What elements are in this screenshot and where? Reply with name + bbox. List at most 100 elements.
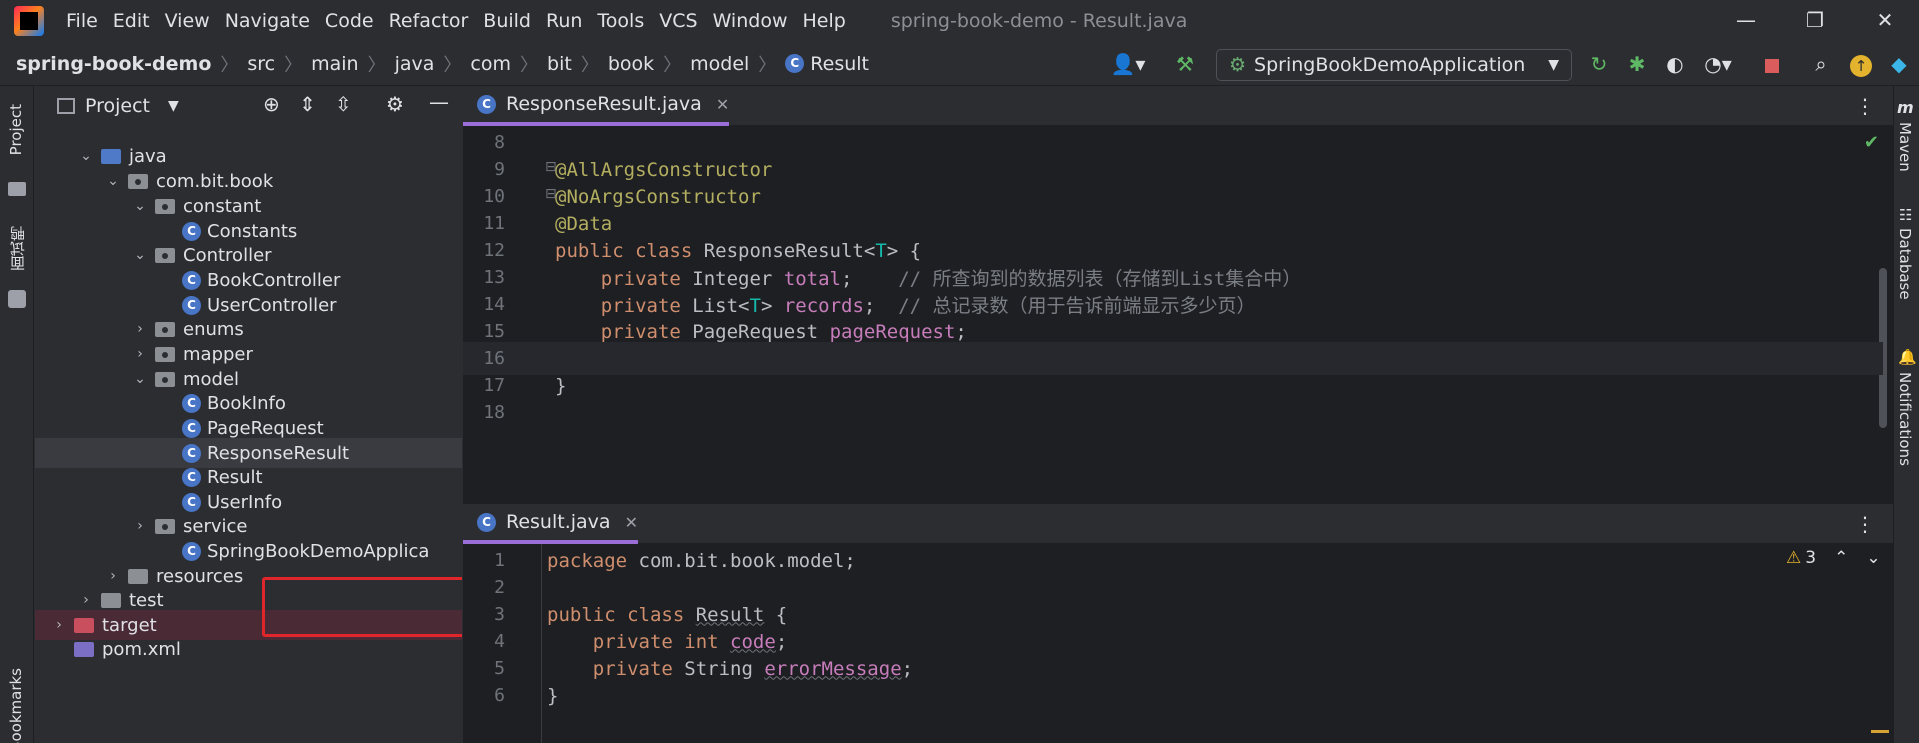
- fold-icon[interactable]: ⊟: [545, 159, 557, 175]
- breadcrumb-item[interactable]: bit: [547, 53, 572, 75]
- intellij-logo-icon[interactable]: [14, 6, 44, 36]
- close-window-button[interactable]: ✕: [1870, 8, 1900, 34]
- right-tool-strip: m Maven ☷ Database 🔔 Notifications: [1893, 86, 1919, 743]
- breadcrumb-item[interactable]: model: [690, 53, 749, 75]
- fold-icon[interactable]: ⊟: [545, 186, 557, 202]
- close-icon[interactable]: ✕: [625, 513, 638, 532]
- bookmarks-tool-button[interactable]: Bookmarks: [7, 668, 25, 743]
- rerun-icon[interactable]: ↻: [1584, 50, 1614, 78]
- maven-tool-button[interactable]: Maven: [1896, 122, 1914, 172]
- warning-stripe-marker[interactable]: [1871, 730, 1889, 733]
- menu-vcs[interactable]: VCS: [659, 10, 697, 32]
- hide-panel-icon[interactable]: —: [429, 90, 449, 114]
- run-config-dropdown[interactable]: ⚙ SpringBookDemoApplication ▼: [1216, 49, 1572, 81]
- tree-item-label: UserInfo: [207, 491, 283, 513]
- tree-item[interactable]: pom.xml: [35, 634, 462, 664]
- coverage-icon[interactable]: ◐: [1660, 50, 1690, 78]
- code-token: Integer: [692, 268, 784, 290]
- toolbox-icon[interactable]: ◆: [1884, 50, 1914, 78]
- search-icon[interactable]: ⌕: [1806, 50, 1836, 78]
- expand-all-icon[interactable]: ⇕: [299, 92, 316, 116]
- code-text: public class ResponseResult<T> {: [555, 240, 921, 262]
- breadcrumb: spring-book-demo 〉 src 〉 main 〉 java 〉 c…: [16, 51, 869, 77]
- more-options-icon[interactable]: ⋮: [1855, 94, 1875, 118]
- tab-result[interactable]: C Result.java ✕: [463, 504, 638, 544]
- chevron-down-icon[interactable]: ⌄: [131, 247, 149, 263]
- line-number: 6: [494, 685, 505, 706]
- code-token: total: [783, 268, 841, 290]
- breadcrumb-item[interactable]: spring-book-demo: [16, 53, 211, 75]
- menu-edit[interactable]: Edit: [113, 10, 150, 32]
- line-number: 2: [494, 577, 505, 598]
- breadcrumb-item[interactable]: Result: [810, 53, 869, 75]
- breadcrumb-item[interactable]: book: [608, 53, 654, 75]
- breadcrumb-item[interactable]: java: [395, 53, 435, 75]
- project-panel-header: Project ▼ ⊕ ⇕ ⇳ ⚙ —: [35, 86, 462, 126]
- more-options-icon[interactable]: ⋮: [1855, 512, 1875, 536]
- tree-item-label: test: [129, 589, 164, 611]
- menu-navigate[interactable]: Navigate: [225, 10, 310, 32]
- chevron-right-icon[interactable]: ›: [104, 568, 122, 584]
- code-editor-top[interactable]: ✔ 8 9 @AllArgsConstructor 10 @NoArgsConstruc…: [463, 126, 1893, 495]
- menu-view[interactable]: View: [165, 10, 210, 32]
- menu-build[interactable]: Build: [483, 10, 531, 32]
- line-number: 13: [483, 267, 505, 288]
- menu-window[interactable]: Window: [713, 10, 788, 32]
- code-token: @AllArgsConstructor: [555, 158, 773, 181]
- class-icon: C: [182, 418, 201, 438]
- tree-item-label: BookController: [207, 269, 341, 291]
- menu-refactor[interactable]: Refactor: [389, 10, 469, 32]
- breadcrumb-item[interactable]: com: [470, 53, 511, 75]
- tab-response-result[interactable]: C ResponseResult.java ✕: [463, 86, 730, 126]
- minimize-button[interactable]: —: [1731, 8, 1761, 34]
- chevron-right-icon[interactable]: ›: [77, 592, 95, 608]
- locate-file-icon[interactable]: ⊕: [263, 92, 280, 116]
- tree-item-label: Result: [207, 466, 263, 488]
- code-line[interactable]: 6}: [463, 679, 1883, 712]
- chevron-down-icon[interactable]: ▼: [168, 98, 179, 114]
- menu-help[interactable]: Help: [802, 10, 845, 32]
- menu-tools[interactable]: Tools: [597, 10, 644, 32]
- chevron-down-icon[interactable]: ⌄: [104, 173, 122, 189]
- chevron-right-icon[interactable]: ›: [50, 617, 68, 633]
- debug-icon[interactable]: ✱: [1622, 50, 1652, 78]
- code-token: T: [749, 295, 761, 317]
- code-text: @AllArgsConstructor: [555, 159, 772, 181]
- tree-item-label: BookInfo: [207, 392, 286, 414]
- menu-file[interactable]: File: [66, 10, 98, 32]
- profile-icon[interactable]: ◔▾: [1698, 50, 1738, 78]
- code-token: errorMessage: [764, 657, 902, 680]
- breadcrumb-item[interactable]: main: [311, 53, 358, 75]
- project-panel-title[interactable]: Project: [85, 95, 150, 117]
- restore-button[interactable]: ❐: [1800, 8, 1830, 34]
- interview-tool-button[interactable]: 面试鸭: [7, 226, 28, 271]
- update-icon[interactable]: ↑: [1846, 50, 1876, 78]
- notifications-tool-button[interactable]: Notifications: [1896, 372, 1914, 466]
- database-icon: ☷: [1899, 206, 1913, 224]
- account-icon[interactable]: 👤▾: [1108, 50, 1148, 78]
- menu-code[interactable]: Code: [325, 10, 374, 32]
- code-token: T: [875, 239, 887, 262]
- gear-icon[interactable]: ⚙: [386, 92, 404, 116]
- database-tool-button[interactable]: Database: [1896, 228, 1914, 300]
- collapse-all-icon[interactable]: ⇳: [335, 92, 352, 116]
- code-editor-bottom[interactable]: ⚠ 3 ⌃ ⌄ 1 package com.bit.book.model; 2 3 pu…: [463, 544, 1893, 743]
- chevron-down-icon[interactable]: ⌄: [131, 198, 149, 214]
- breadcrumb-item[interactable]: src: [247, 53, 275, 75]
- code-token: pageRequest: [829, 320, 956, 343]
- chevron-right-icon[interactable]: ›: [131, 346, 149, 362]
- chevron-right-icon[interactable]: ›: [131, 518, 149, 534]
- chevron-down-icon[interactable]: ⌄: [131, 371, 149, 387]
- menu-run[interactable]: Run: [546, 10, 582, 32]
- chevron-down-icon[interactable]: ⌄: [77, 148, 95, 164]
- code-token: }: [555, 374, 567, 397]
- left-tool-strip: Project 面试鸭 Bookmarks: [0, 86, 34, 743]
- code-line[interactable]: 18: [463, 396, 1883, 429]
- build-hammer-icon[interactable]: ⚒: [1170, 50, 1200, 78]
- project-tool-button[interactable]: Project: [7, 104, 25, 155]
- chevron-right-icon[interactable]: ›: [131, 321, 149, 337]
- stop-icon[interactable]: [1758, 50, 1786, 78]
- package-icon: [155, 346, 175, 362]
- close-icon[interactable]: ✕: [716, 95, 729, 114]
